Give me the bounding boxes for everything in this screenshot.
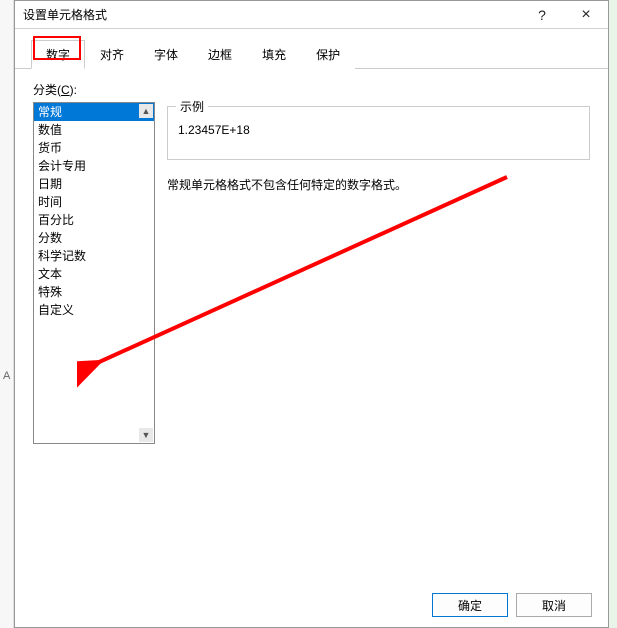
list-item[interactable]: 时间 [34, 193, 154, 211]
sample-value: 1.23457E+18 [178, 123, 579, 137]
list-item[interactable]: 日期 [34, 175, 154, 193]
list-item[interactable]: 特殊 [34, 283, 154, 301]
list-item[interactable]: 数值 [34, 121, 154, 139]
titlebar: 设置单元格格式 ? × [15, 1, 608, 29]
category-listbox[interactable]: ▲ 常规 数值 货币 会计专用 日期 时间 百分比 分数 科学记数 文本 特殊 … [33, 102, 155, 444]
right-pane: 示例 1.23457E+18 常规单元格格式不包含任何特定的数字格式。 [167, 102, 590, 444]
list-item[interactable]: 科学记数 [34, 247, 154, 265]
scroll-down-icon[interactable]: ▼ [139, 428, 153, 442]
col-header-a: A [3, 370, 10, 382]
dialog-body: 分类(C): ▲ 常规 数值 货币 会计专用 日期 时间 百分比 分数 科学记数… [15, 69, 608, 609]
tab-fill[interactable]: 填充 [247, 40, 301, 69]
dialog-footer: 确定 取消 [432, 593, 592, 617]
tab-number[interactable]: 数字 [31, 40, 85, 69]
list-item[interactable]: 货币 [34, 139, 154, 157]
list-item[interactable]: 会计专用 [34, 157, 154, 175]
scroll-up-icon[interactable]: ▲ [139, 104, 153, 118]
list-item[interactable]: 自定义 [34, 301, 154, 319]
tabstrip: 数字 对齐 字体 边框 填充 保护 [15, 29, 608, 69]
help-button[interactable]: ? [520, 1, 564, 29]
dialog-title: 设置单元格格式 [23, 6, 520, 23]
format-description: 常规单元格格式不包含任何特定的数字格式。 [167, 176, 590, 193]
category-label: 分类(C): [33, 81, 590, 98]
tab-alignment[interactable]: 对齐 [85, 40, 139, 69]
list-item[interactable]: 文本 [34, 265, 154, 283]
cancel-button[interactable]: 取消 [516, 593, 592, 617]
tab-font[interactable]: 字体 [139, 40, 193, 69]
tab-protection[interactable]: 保护 [301, 40, 355, 69]
format-cells-dialog: 设置单元格格式 ? × 数字 对齐 字体 边框 填充 保护 分类(C): ▲ 常… [14, 0, 609, 628]
tab-border[interactable]: 边框 [193, 40, 247, 69]
background-sheet-left: A [0, 0, 14, 628]
close-button[interactable]: × [564, 1, 608, 29]
sample-label: 示例 [176, 98, 208, 115]
background-sheet-right [609, 0, 617, 628]
category-list-inner: 常规 数值 货币 会计专用 日期 时间 百分比 分数 科学记数 文本 特殊 自定… [34, 103, 154, 319]
ok-button[interactable]: 确定 [432, 593, 508, 617]
sample-box: 示例 1.23457E+18 [167, 106, 590, 160]
list-item[interactable]: 常规 [34, 103, 154, 121]
list-item[interactable]: 分数 [34, 229, 154, 247]
list-item[interactable]: 百分比 [34, 211, 154, 229]
